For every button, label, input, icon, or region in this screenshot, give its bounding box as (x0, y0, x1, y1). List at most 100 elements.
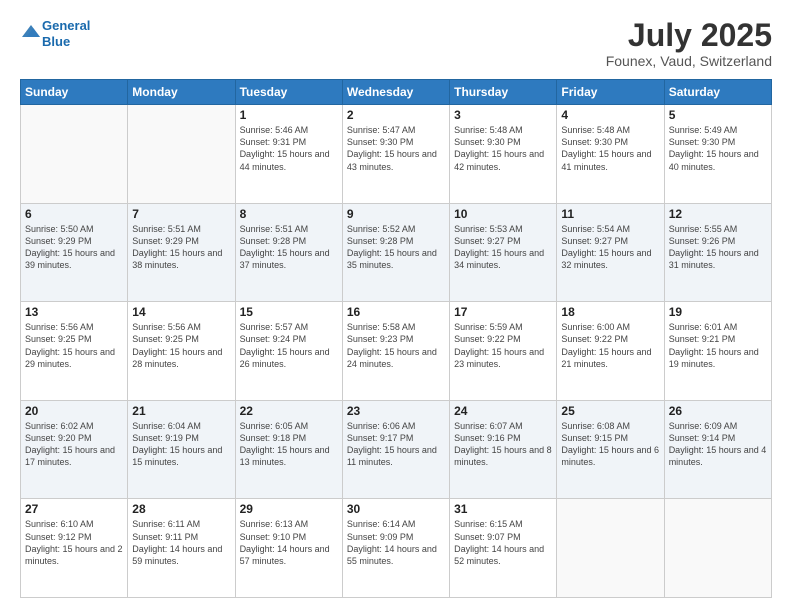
table-row: 15 Sunrise: 5:57 AM Sunset: 9:24 PM Dayli… (235, 302, 342, 401)
day-info: Sunrise: 6:11 AM Sunset: 9:11 PM Dayligh… (132, 518, 230, 567)
table-row: 8 Sunrise: 5:51 AM Sunset: 9:28 PM Daylig… (235, 203, 342, 302)
day-number: 24 (454, 404, 552, 418)
day-info: Sunrise: 6:09 AM Sunset: 9:14 PM Dayligh… (669, 420, 767, 469)
day-number: 6 (25, 207, 123, 221)
day-number: 5 (669, 108, 767, 122)
day-info: Sunrise: 5:53 AM Sunset: 9:27 PM Dayligh… (454, 223, 552, 272)
day-number: 1 (240, 108, 338, 122)
table-row: 25 Sunrise: 6:08 AM Sunset: 9:15 PM Dayli… (557, 400, 664, 499)
logo-icon (22, 22, 40, 40)
table-row: 18 Sunrise: 6:00 AM Sunset: 9:22 PM Dayli… (557, 302, 664, 401)
day-number: 20 (25, 404, 123, 418)
subtitle: Founex, Vaud, Switzerland (606, 53, 772, 69)
logo-line2: Blue (42, 34, 70, 49)
day-info: Sunrise: 5:52 AM Sunset: 9:28 PM Dayligh… (347, 223, 445, 272)
table-row: 7Sunrise: 5:51 AM Sunset: 9:29 PM Daylig… (128, 203, 235, 302)
main-title: July 2025 (606, 18, 772, 53)
table-row: 16 Sunrise: 5:58 AM Sunset: 9:23 PM Dayli… (342, 302, 449, 401)
table-row (664, 499, 771, 598)
col-friday: Friday (557, 80, 664, 105)
day-info: Sunrise: 6:06 AM Sunset: 9:17 PM Dayligh… (347, 420, 445, 469)
table-row: 4 Sunrise: 5:48 AM Sunset: 9:30 PM Daylig… (557, 105, 664, 204)
table-row: 20 Sunrise: 6:02 AM Sunset: 9:20 PM Dayli… (21, 400, 128, 499)
day-number: 2 (347, 108, 445, 122)
logo: General Blue (20, 18, 90, 49)
day-number: 21 (132, 404, 230, 418)
day-number: 26 (669, 404, 767, 418)
day-number: 13 (25, 305, 123, 319)
day-info: Sunrise: 6:00 AM Sunset: 9:22 PM Dayligh… (561, 321, 659, 370)
table-row: 3 Sunrise: 5:48 AM Sunset: 9:30 PM Daylig… (450, 105, 557, 204)
day-info: Sunrise: 6:01 AM Sunset: 9:21 PM Dayligh… (669, 321, 767, 370)
day-info: Sunrise: 5:50 AM Sunset: 9:29 PM Dayligh… (25, 223, 123, 272)
day-info: Sunrise: 5:48 AM Sunset: 9:30 PM Dayligh… (454, 124, 552, 173)
table-row: 14 Sunrise: 5:56 AM Sunset: 9:25 PM Dayli… (128, 302, 235, 401)
day-info: Sunrise: 6:04 AM Sunset: 9:19 PM Dayligh… (132, 420, 230, 469)
table-row: 17Sunrise: 5:59 AM Sunset: 9:22 PM Dayli… (450, 302, 557, 401)
day-info: Sunrise: 5:55 AM Sunset: 9:26 PM Dayligh… (669, 223, 767, 272)
col-thursday: Thursday (450, 80, 557, 105)
day-number: 30 (347, 502, 445, 516)
table-row: 10 Sunrise: 5:53 AM Sunset: 9:27 PM Dayli… (450, 203, 557, 302)
day-info: Sunrise: 5:46 AM Sunset: 9:31 PM Dayligh… (240, 124, 338, 173)
day-info: Sunrise: 6:14 AM Sunset: 9:09 PM Dayligh… (347, 518, 445, 567)
day-number: 17 (454, 305, 552, 319)
day-number: 23 (347, 404, 445, 418)
day-number: 16 (347, 305, 445, 319)
day-info: Sunrise: 5:57 AM Sunset: 9:24 PM Dayligh… (240, 321, 338, 370)
day-number: 22 (240, 404, 338, 418)
table-row: 31Sunrise: 6:15 AM Sunset: 9:07 PM Dayli… (450, 499, 557, 598)
day-number: 19 (669, 305, 767, 319)
day-info: Sunrise: 6:02 AM Sunset: 9:20 PM Dayligh… (25, 420, 123, 469)
table-row: 5 Sunrise: 5:49 AM Sunset: 9:30 PM Daylig… (664, 105, 771, 204)
day-number: 10 (454, 207, 552, 221)
day-number: 12 (669, 207, 767, 221)
calendar-header-row: Sunday Monday Tuesday Wednesday Thursday… (21, 80, 772, 105)
day-number: 15 (240, 305, 338, 319)
day-info: Sunrise: 5:56 AM Sunset: 9:25 PM Dayligh… (25, 321, 123, 370)
table-row: 9 Sunrise: 5:52 AM Sunset: 9:28 PM Daylig… (342, 203, 449, 302)
calendar-week-row: 20 Sunrise: 6:02 AM Sunset: 9:20 PM Dayli… (21, 400, 772, 499)
logo-text: General Blue (42, 18, 90, 49)
day-info: Sunrise: 5:58 AM Sunset: 9:23 PM Dayligh… (347, 321, 445, 370)
day-info: Sunrise: 5:48 AM Sunset: 9:30 PM Dayligh… (561, 124, 659, 173)
table-row: 19 Sunrise: 6:01 AM Sunset: 9:21 PM Dayli… (664, 302, 771, 401)
day-number: 28 (132, 502, 230, 516)
day-info: Sunrise: 5:47 AM Sunset: 9:30 PM Dayligh… (347, 124, 445, 173)
day-number: 9 (347, 207, 445, 221)
col-sunday: Sunday (21, 80, 128, 105)
table-row: 12 Sunrise: 5:55 AM Sunset: 9:26 PM Dayli… (664, 203, 771, 302)
day-number: 11 (561, 207, 659, 221)
table-row (557, 499, 664, 598)
header: General Blue July 2025 Founex, Vaud, Swi… (20, 18, 772, 69)
calendar-week-row: 13 Sunrise: 5:56 AM Sunset: 9:25 PM Dayli… (21, 302, 772, 401)
col-monday: Monday (128, 80, 235, 105)
table-row: 28 Sunrise: 6:11 AM Sunset: 9:11 PM Dayli… (128, 499, 235, 598)
table-row: 13 Sunrise: 5:56 AM Sunset: 9:25 PM Dayli… (21, 302, 128, 401)
day-info: Sunrise: 6:08 AM Sunset: 9:15 PM Dayligh… (561, 420, 659, 469)
col-saturday: Saturday (664, 80, 771, 105)
table-row: 2 Sunrise: 5:47 AM Sunset: 9:30 PM Daylig… (342, 105, 449, 204)
day-number: 25 (561, 404, 659, 418)
table-row: 26 Sunrise: 6:09 AM Sunset: 9:14 PM Dayli… (664, 400, 771, 499)
table-row (128, 105, 235, 204)
day-number: 7 (132, 207, 230, 221)
day-number: 4 (561, 108, 659, 122)
table-row: 1 Sunrise: 5:46 AM Sunset: 9:31 PM Daylig… (235, 105, 342, 204)
page: General Blue July 2025 Founex, Vaud, Swi… (0, 0, 792, 612)
day-info: Sunrise: 5:56 AM Sunset: 9:25 PM Dayligh… (132, 321, 230, 370)
calendar-week-row: 1 Sunrise: 5:46 AM Sunset: 9:31 PM Daylig… (21, 105, 772, 204)
day-number: 14 (132, 305, 230, 319)
col-tuesday: Tuesday (235, 80, 342, 105)
day-number: 18 (561, 305, 659, 319)
day-number: 3 (454, 108, 552, 122)
table-row: 24Sunrise: 6:07 AM Sunset: 9:16 PM Dayli… (450, 400, 557, 499)
table-row: 30 Sunrise: 6:14 AM Sunset: 9:09 PM Dayli… (342, 499, 449, 598)
col-wednesday: Wednesday (342, 80, 449, 105)
title-block: July 2025 Founex, Vaud, Switzerland (606, 18, 772, 69)
day-number: 31 (454, 502, 552, 516)
day-number: 8 (240, 207, 338, 221)
day-info: Sunrise: 5:49 AM Sunset: 9:30 PM Dayligh… (669, 124, 767, 173)
table-row (21, 105, 128, 204)
day-info: Sunrise: 5:51 AM Sunset: 9:28 PM Dayligh… (240, 223, 338, 272)
